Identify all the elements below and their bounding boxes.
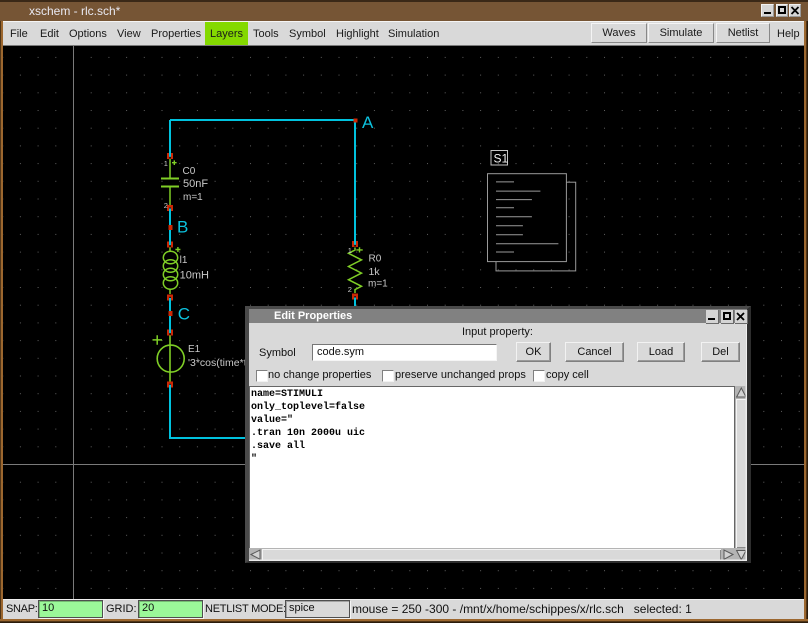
svg-text:m=1: m=1 xyxy=(183,192,203,203)
svg-text:R0: R0 xyxy=(369,254,382,265)
svg-text:2: 2 xyxy=(164,201,168,210)
svg-text:1k: 1k xyxy=(369,266,381,278)
svg-text:50nF: 50nF xyxy=(183,178,208,190)
svg-text:l1: l1 xyxy=(180,255,188,266)
svg-text:S1: S1 xyxy=(494,152,509,166)
svg-text:A: A xyxy=(362,113,374,132)
svg-text:10mH: 10mH xyxy=(180,270,209,282)
svg-text:C: C xyxy=(178,304,190,323)
svg-text:E1: E1 xyxy=(188,344,201,355)
svg-text:m=1: m=1 xyxy=(368,279,388,290)
svg-text:1: 1 xyxy=(348,246,352,255)
svg-text:C0: C0 xyxy=(183,166,196,177)
svg-text:1: 1 xyxy=(164,159,168,168)
svg-text:B: B xyxy=(177,218,188,237)
svg-text:2: 2 xyxy=(348,285,352,294)
